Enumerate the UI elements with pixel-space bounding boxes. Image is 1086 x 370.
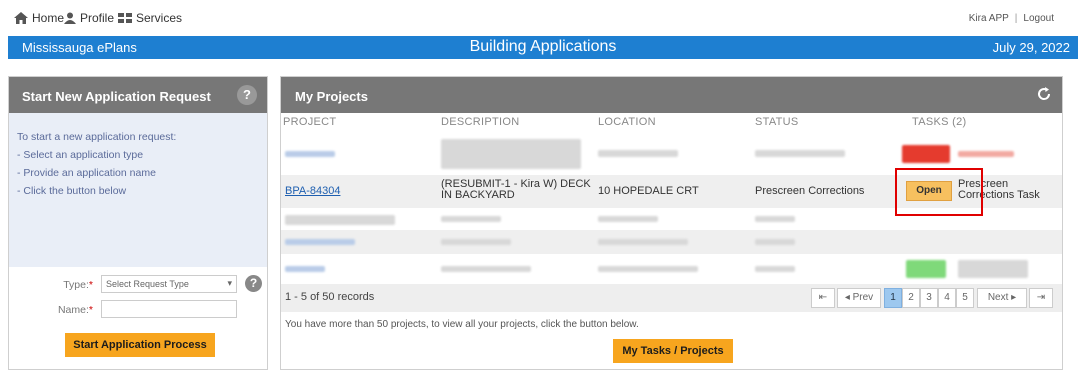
panel-title: My Projects	[295, 89, 368, 104]
instruction-line: - Click the button below	[17, 185, 127, 197]
panel-header: Start New Application Request ?	[9, 77, 267, 113]
obscured-text	[958, 260, 1028, 278]
user-menu: Kira APP | Logout	[969, 13, 1054, 24]
my-projects-panel: My Projects PROJECT DESCRIPTION LOCATION…	[280, 76, 1063, 370]
obscured-text	[598, 239, 688, 245]
user-icon	[64, 12, 76, 24]
project-location: 10 HOPEDALE CRT	[598, 185, 699, 197]
new-application-panel: Start New Application Request ? To start…	[8, 76, 268, 370]
record-count: 1 - 5 of 50 records	[285, 291, 375, 303]
name-label: Name:*	[13, 304, 93, 316]
page-3-button[interactable]: 3	[920, 288, 938, 308]
obscured-text	[755, 150, 845, 157]
header-bar: Mississauga ePlans Building Applications…	[8, 36, 1078, 59]
type-label: Type:*	[13, 279, 93, 291]
help-icon[interactable]: ?	[237, 85, 257, 105]
profile-label: Profile	[80, 11, 115, 25]
next-page-button[interactable]: Next ▸	[977, 288, 1027, 308]
services-label: Services	[136, 11, 183, 25]
obscured-text	[441, 239, 511, 245]
obscured-text	[958, 151, 1014, 157]
chevron-down-icon: ▾	[227, 278, 232, 288]
required-mark: *	[88, 304, 93, 316]
page-5-button[interactable]: 5	[956, 288, 974, 308]
pagination-bar: 1 - 5 of 50 records ⇤ ◂ Prev 1 2 3 4 5 N…	[281, 284, 1062, 312]
application-name-input[interactable]	[101, 300, 237, 318]
page-title: Building Applications	[469, 38, 617, 55]
column-header-status[interactable]: STATUS	[755, 116, 799, 128]
page-2-button[interactable]: 2	[902, 288, 920, 308]
instruction-line: - Provide an application name	[17, 167, 156, 179]
select-value: Select Request Type	[106, 279, 189, 289]
prev-page-button[interactable]: ◂ Prev	[837, 288, 881, 308]
table-row[interactable]	[281, 230, 1062, 254]
request-type-select[interactable]: Select Request Type ▾	[101, 275, 237, 293]
column-header-location[interactable]: LOCATION	[598, 116, 656, 128]
name-label-text: Name:	[57, 304, 89, 316]
my-tasks-projects-button[interactable]: My Tasks / Projects	[613, 339, 733, 363]
table-row[interactable]	[281, 254, 1062, 284]
home-link[interactable]: Home	[14, 11, 64, 25]
obscured-text	[441, 139, 581, 169]
project-status: Prescreen Corrections	[755, 185, 865, 197]
table-row[interactable]	[281, 208, 1062, 230]
project-link[interactable]: BPA-84304	[285, 185, 340, 197]
refresh-icon[interactable]	[1036, 86, 1052, 102]
obscured-button	[902, 145, 950, 163]
top-navigation: Home Profile Services Kira APP | Logout	[0, 0, 1086, 36]
type-label-text: Type:	[63, 279, 89, 291]
column-header-tasks[interactable]: TASKS (2)	[912, 116, 966, 128]
obscured-text	[441, 266, 531, 272]
separator: |	[1014, 13, 1018, 24]
obscured-text	[285, 266, 325, 272]
first-page-button[interactable]: ⇤	[811, 288, 835, 308]
last-page-button[interactable]: ⇥	[1029, 288, 1053, 308]
question-icon[interactable]: ?	[245, 275, 262, 292]
project-description: (RESUBMIT-1 - Kira W) DECK IN BACKYARD	[441, 178, 591, 201]
profile-link[interactable]: Profile	[64, 11, 114, 25]
instruction-line: - Select an application type	[17, 149, 144, 161]
obscured-text	[755, 216, 795, 222]
home-icon	[14, 12, 28, 24]
obscured-text	[441, 216, 501, 222]
obscured-text	[285, 151, 335, 157]
grid-icon	[118, 13, 132, 23]
column-header-description[interactable]: DESCRIPTION	[441, 116, 519, 128]
obscured-text	[755, 266, 795, 272]
logout-link[interactable]: Logout	[1023, 13, 1054, 24]
projects-note: You have more than 50 projects, to view …	[285, 319, 639, 330]
current-date: July 29, 2022	[992, 40, 1070, 55]
start-application-button[interactable]: Start Application Process	[65, 333, 215, 357]
column-header-project[interactable]: PROJECT	[283, 116, 336, 128]
required-mark: *	[88, 279, 93, 291]
obscured-text	[755, 239, 795, 245]
instruction-line: To start a new application request:	[17, 131, 177, 143]
page-1-button[interactable]: 1	[884, 288, 902, 308]
home-label: Home	[32, 11, 65, 25]
obscured-text	[598, 150, 678, 157]
instructions-box: To start a new application request: - Se…	[9, 113, 267, 267]
page-4-button[interactable]: 4	[938, 288, 956, 308]
obscured-text	[285, 215, 395, 225]
obscured-text	[598, 216, 658, 222]
user-name-link[interactable]: Kira APP	[969, 13, 1009, 24]
obscured-text	[285, 239, 355, 245]
obscured-button	[906, 260, 946, 278]
panel-title: Start New Application Request	[22, 89, 211, 104]
services-link[interactable]: Services	[118, 11, 182, 25]
panel-header: My Projects	[281, 77, 1062, 113]
obscured-text	[598, 266, 698, 272]
